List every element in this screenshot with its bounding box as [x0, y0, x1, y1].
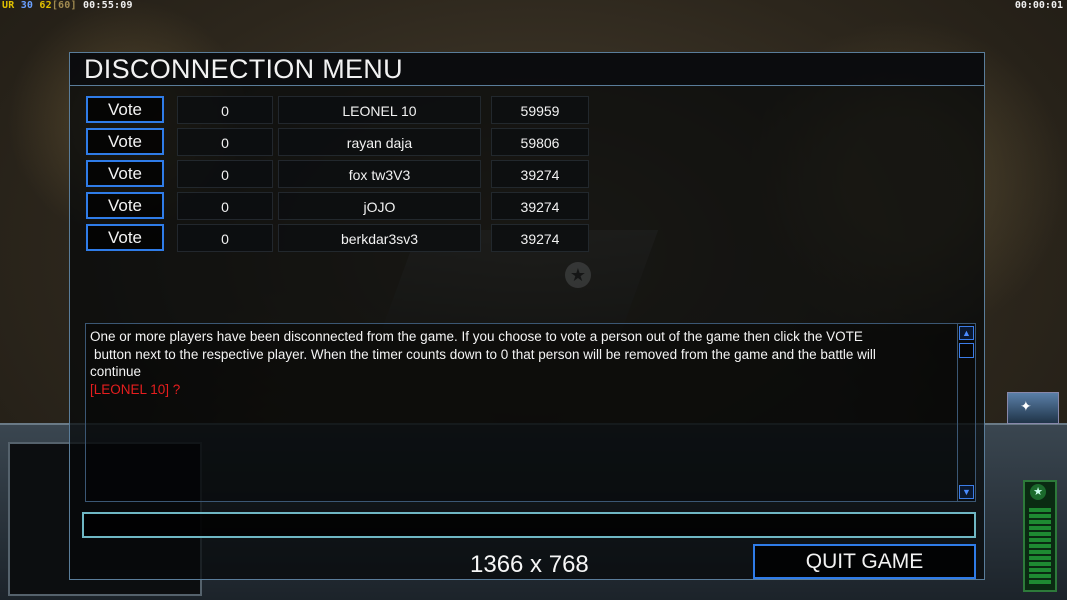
dialog-title: DISCONNECTION MENU: [84, 54, 403, 84]
player-ping: 39274: [491, 160, 589, 188]
message-line: continue: [90, 364, 142, 379]
player-ping: 39274: [491, 224, 589, 252]
vote-button[interactable]: Vote: [86, 96, 164, 123]
player-timer: 0: [177, 128, 273, 156]
player-name: LEONEL 10: [278, 96, 481, 124]
power-bars: [1029, 508, 1051, 586]
vote-button[interactable]: Vote: [86, 160, 164, 187]
disconnected-player-line: [LEONEL 10] ?: [90, 381, 181, 397]
general-star-icon: ★: [1030, 484, 1046, 500]
message-line: One or more players have been disconnect…: [90, 329, 863, 344]
scroll-up-arrow-icon[interactable]: ▲: [959, 326, 974, 340]
message-text: One or more players have been disconnect…: [90, 328, 950, 398]
player-ping: 59806: [491, 128, 589, 156]
chat-input[interactable]: [82, 512, 976, 538]
satellite-icon[interactable]: ✦: [1007, 392, 1059, 424]
vote-button[interactable]: Vote: [86, 192, 164, 219]
player-ping: 59959: [491, 96, 589, 124]
hud-ur: UR: [2, 0, 15, 11]
player-timer: 0: [177, 96, 273, 124]
game-time: 00:55:09: [82, 0, 133, 11]
player-timer: 0: [177, 224, 273, 252]
player-ping: 39274: [491, 192, 589, 220]
hud-value-2: 62: [39, 0, 52, 11]
vote-button[interactable]: Vote: [86, 128, 164, 155]
player-name: fox tw3V3: [278, 160, 481, 188]
message-scrollbar[interactable]: ▲ ▼: [957, 324, 975, 501]
message-line: button next to the respective player. Wh…: [94, 346, 876, 362]
vote-button[interactable]: Vote: [86, 224, 164, 251]
power-meter: ★: [1023, 480, 1057, 592]
hud-value-3: [60]: [51, 0, 77, 11]
timer-hud: 00:00:01: [1014, 0, 1063, 11]
player-name: rayan daja: [278, 128, 481, 156]
resolution-label: 1366 x 768: [470, 551, 589, 578]
scroll-thumb[interactable]: [959, 343, 974, 358]
disconnection-dialog: DISCONNECTION MENU Vote 0 LEONEL 10 5995…: [69, 52, 985, 580]
scroll-down-arrow-icon[interactable]: ▼: [959, 485, 974, 499]
player-name: jOJO: [278, 192, 481, 220]
quit-game-button[interactable]: QUIT GAME: [753, 544, 976, 579]
message-box: One or more players have been disconnect…: [85, 323, 976, 502]
dialog-title-bar: DISCONNECTION MENU: [70, 53, 984, 86]
player-timer: 0: [177, 192, 273, 220]
hud-value-1: 30: [20, 0, 34, 11]
player-name: berkdar3sv3: [278, 224, 481, 252]
fps-hud: UR 30 62[60] 00:55:09: [2, 0, 133, 11]
player-timer: 0: [177, 160, 273, 188]
